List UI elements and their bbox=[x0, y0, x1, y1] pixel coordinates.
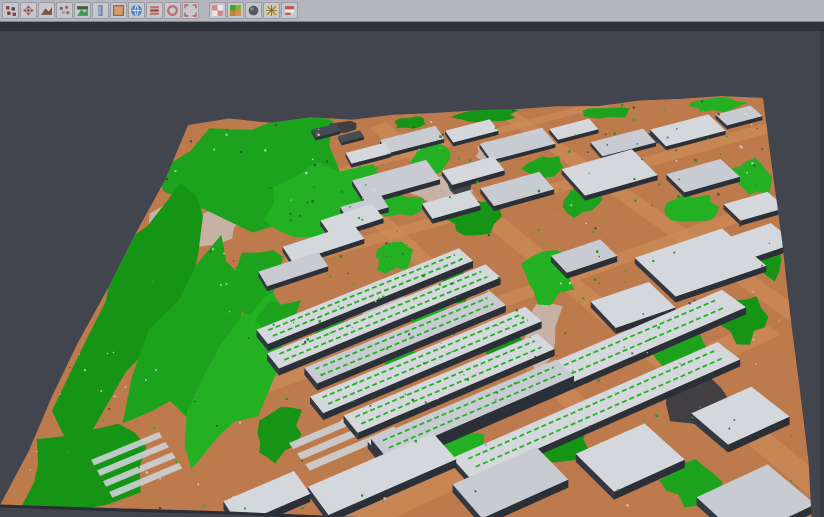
ortho-image-view-icon bbox=[112, 4, 125, 17]
toolbar-button-point-select-tool[interactable] bbox=[2, 2, 19, 19]
toolbar-button-classification-colors[interactable] bbox=[227, 2, 244, 19]
pan-tool-icon bbox=[22, 4, 35, 17]
point-cloud-layers bbox=[0, 31, 824, 517]
toolbar-button-surface-model-view[interactable] bbox=[74, 2, 91, 19]
toolbar-button-pan-tool[interactable] bbox=[20, 2, 37, 19]
classification-colors-icon bbox=[229, 4, 242, 17]
terrain-shade-view-icon bbox=[40, 4, 53, 17]
point-cloud-scene[interactable] bbox=[0, 31, 824, 517]
grid-display-icon bbox=[211, 4, 224, 17]
viewport-right-edge bbox=[820, 31, 824, 517]
toolbar-button-profile-view[interactable] bbox=[92, 2, 109, 19]
toolbar-button-flag-tool[interactable] bbox=[281, 2, 298, 19]
toolbar-button-globe-view[interactable] bbox=[128, 2, 145, 19]
3d-viewport[interactable] bbox=[0, 31, 824, 517]
intensity-grid-icon bbox=[265, 4, 278, 17]
profile-view-icon bbox=[94, 4, 107, 17]
toolbar-button-terrain-shade-view[interactable] bbox=[38, 2, 55, 19]
zoom-extents-icon bbox=[184, 4, 197, 17]
toolbar-button-select-circle-tool[interactable] bbox=[164, 2, 181, 19]
layers-panel-icon bbox=[148, 4, 161, 17]
toolbar-button-zoom-extents[interactable] bbox=[182, 2, 199, 19]
select-circle-tool-icon bbox=[166, 4, 179, 17]
toolbar-button-grid-display[interactable] bbox=[209, 2, 226, 19]
toolbar-button-ortho-image-view[interactable] bbox=[110, 2, 127, 19]
sphere-render-mode-icon bbox=[247, 4, 260, 17]
toolbar-button-intensity-grid[interactable] bbox=[263, 2, 280, 19]
point-density-view-icon bbox=[58, 4, 71, 17]
globe-view-icon bbox=[130, 4, 143, 17]
toolbar-button-sphere-render-mode[interactable] bbox=[245, 2, 262, 19]
surface-model-view-icon bbox=[76, 4, 89, 17]
toolbar-shadow-band bbox=[0, 22, 824, 31]
toolbar-button-point-density-view[interactable] bbox=[56, 2, 73, 19]
flag-tool-icon bbox=[283, 4, 296, 17]
point-select-tool-icon bbox=[4, 4, 17, 17]
toolbar bbox=[0, 0, 824, 22]
toolbar-button-layers-panel[interactable] bbox=[146, 2, 163, 19]
